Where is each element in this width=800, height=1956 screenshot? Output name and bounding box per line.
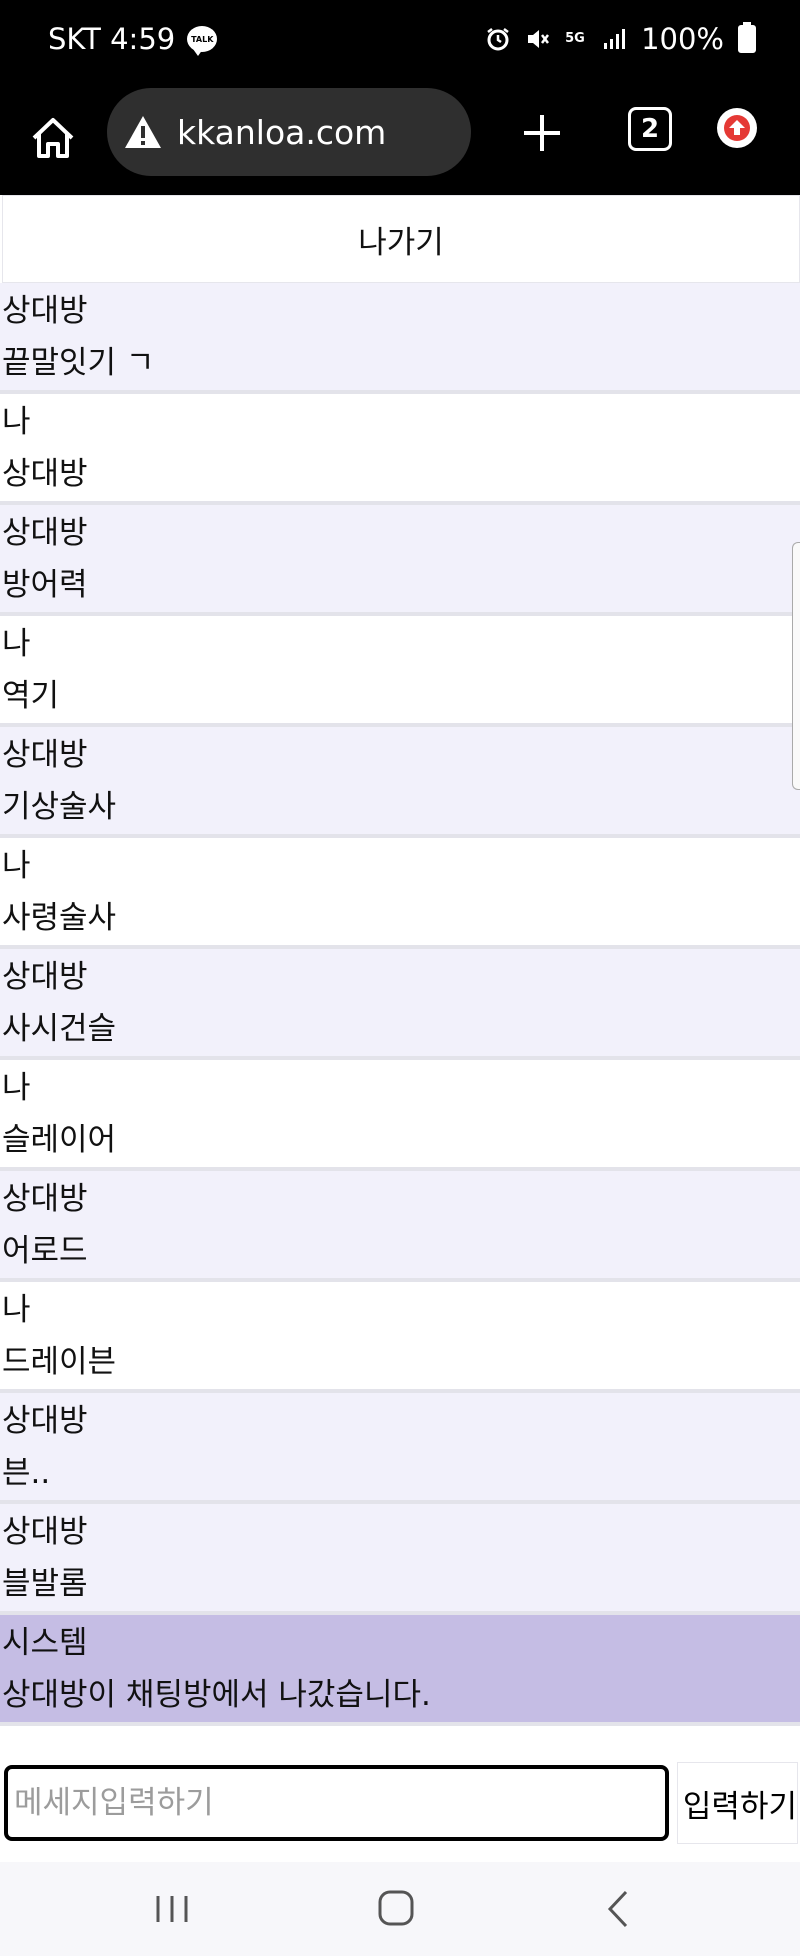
- message-sender: 나: [2, 848, 31, 884]
- system-message: 시스템상대방이 채팅방에서 나갔습니다.: [0, 1615, 800, 1726]
- message-text: 기상술사: [2, 789, 117, 825]
- message-text: 끝말잇기 ㄱ: [2, 345, 155, 381]
- scrollbar-thumb[interactable]: [792, 542, 800, 790]
- message-text: 상대방이 채팅방에서 나갔습니다.: [2, 1677, 431, 1713]
- battery-percent: 100%: [641, 22, 724, 56]
- back-icon[interactable]: [590, 1884, 650, 1934]
- alarm-icon: [487, 28, 509, 51]
- chat-message: 나사령술사: [0, 838, 800, 949]
- chat-message: 상대방어로드: [0, 1171, 800, 1282]
- message-sender: 나: [2, 404, 31, 440]
- kakaotalk-icon: TALK: [187, 26, 218, 56]
- message-text: 드레이븐: [2, 1344, 117, 1380]
- address-bar[interactable]: kkanloa.com: [107, 88, 471, 176]
- message-text: 역기: [2, 678, 60, 714]
- battery-icon: [738, 22, 756, 53]
- chat-message: 상대방기상술사: [0, 727, 800, 838]
- message-text: 어로드: [2, 1233, 88, 1269]
- message-sender: 상대방: [2, 1181, 88, 1217]
- warning-icon[interactable]: [123, 114, 163, 150]
- message-text: 사시건슬: [2, 1011, 117, 1047]
- message-text: 블발롬: [2, 1566, 88, 1602]
- mute-icon: [528, 30, 550, 48]
- send-label: 입력하기: [682, 1788, 797, 1825]
- chat-message: 상대방븐..: [0, 1393, 800, 1504]
- message-text: 사령술사: [2, 900, 117, 936]
- home-button[interactable]: [28, 108, 78, 168]
- message-sender: 나: [2, 1292, 31, 1328]
- message-sender: 상대방: [2, 1514, 88, 1550]
- status-bar: SKT 4:59 TALK 5G 100%: [0, 0, 800, 85]
- network-5g-icon: 5G: [565, 31, 585, 46]
- update-arrow-icon: [724, 115, 750, 141]
- message-composer: 입력하기: [2, 1762, 798, 1846]
- chat-message: 나역기: [0, 616, 800, 727]
- message-text: 븐..: [2, 1455, 51, 1491]
- message-sender: 상대방: [2, 959, 88, 995]
- new-tab-button[interactable]: [518, 109, 566, 157]
- chat-message: 상대방방어력: [0, 505, 800, 616]
- signal-icon: [604, 29, 626, 49]
- recent-apps-icon[interactable]: [142, 1884, 202, 1934]
- message-list: 상대방 끝말잇기 ㄱ 나 상대방 상대방 방어력 나 역기 상대방 기상술사 나 사령술사 상대방 사시건…: [0, 283, 800, 1726]
- carrier-time: SKT 4:59: [48, 22, 176, 56]
- tab-count: 2: [640, 114, 660, 144]
- url-text: kkanloa.com: [177, 112, 387, 152]
- message-sender: 시스템: [2, 1625, 88, 1661]
- send-button[interactable]: 입력하기: [677, 1762, 798, 1844]
- message-input[interactable]: [4, 1765, 669, 1841]
- message-text: 방어력: [2, 567, 88, 603]
- status-left: SKT 4:59 TALK: [48, 22, 218, 56]
- system-nav-bar: [0, 1862, 800, 1956]
- message-sender: 상대방: [2, 1403, 88, 1439]
- message-sender: 나: [2, 626, 31, 662]
- message-sender: 나: [2, 1070, 31, 1106]
- message-text: 슬레이어: [2, 1122, 117, 1158]
- status-right: 5G 100%: [485, 22, 756, 56]
- chat-message: 상대방끝말잇기 ㄱ: [0, 283, 800, 394]
- chat-message: 상대방사시건슬: [0, 949, 800, 1060]
- exit-label: 나가기: [358, 224, 444, 261]
- exit-button[interactable]: 나가기: [2, 195, 800, 283]
- chat-message: 상대방블발롬: [0, 1504, 800, 1615]
- tab-switcher-button[interactable]: 2: [628, 107, 672, 151]
- chat-message: 나드레이븐: [0, 1282, 800, 1393]
- message-sender: 상대방: [2, 515, 88, 551]
- browser-toolbar: kkanloa.com 2: [0, 85, 800, 195]
- chat-message: 나슬레이어: [0, 1060, 800, 1171]
- chat-message: 나상대방: [0, 394, 800, 505]
- update-button[interactable]: [717, 108, 757, 148]
- home-nav-icon[interactable]: [366, 1884, 426, 1934]
- message-sender: 상대방: [2, 737, 88, 773]
- message-text: 상대방: [2, 456, 88, 492]
- message-sender: 상대방: [2, 293, 88, 329]
